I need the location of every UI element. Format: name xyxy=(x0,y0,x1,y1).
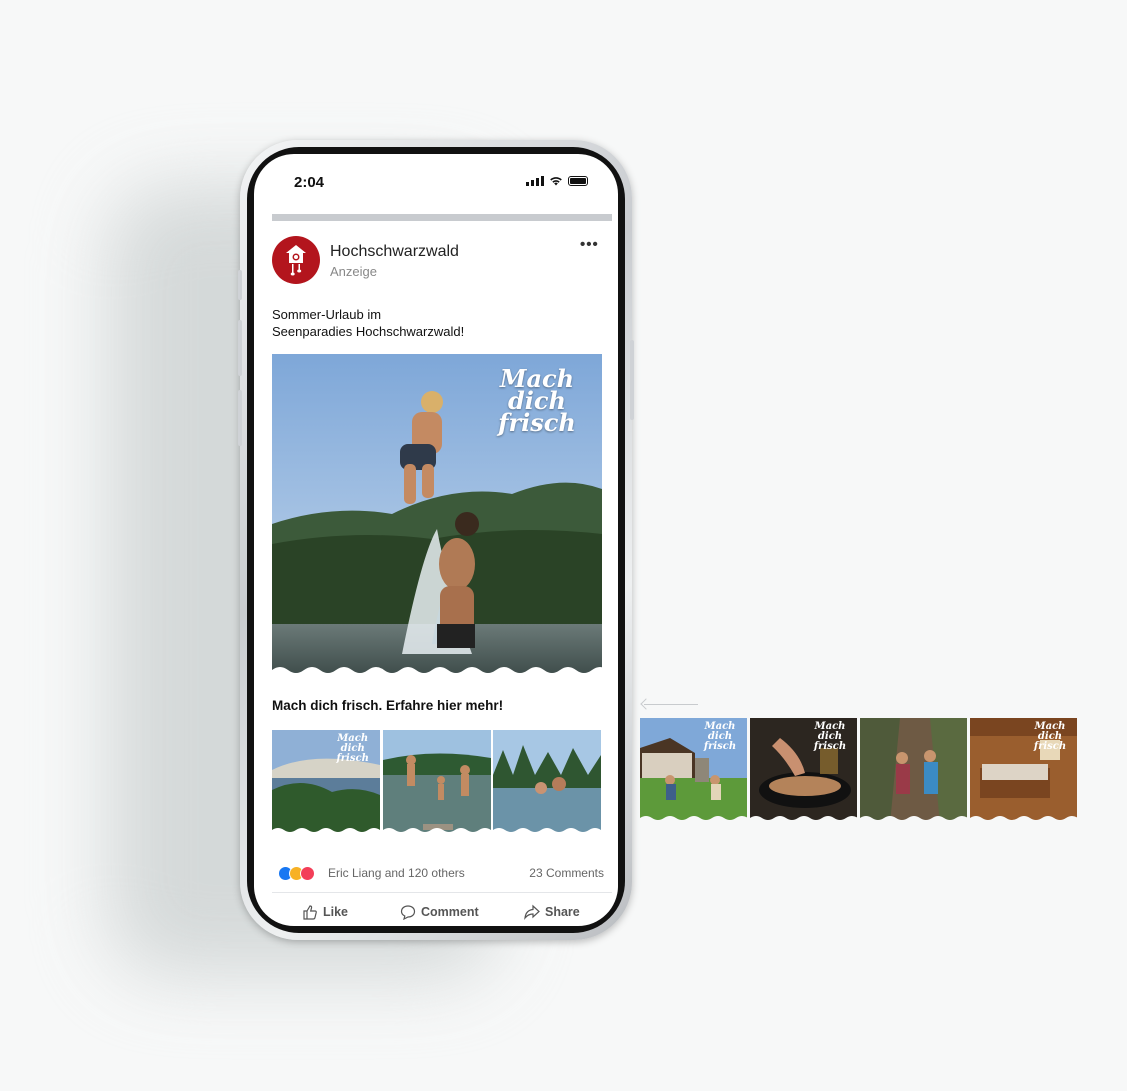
phone-side-button xyxy=(238,390,242,446)
like-button[interactable]: Like xyxy=(302,904,348,920)
side-thumb-wooden-bedroom[interactable]: Mach dich frisch xyxy=(970,718,1077,824)
post-text-line: Seenparadies Hochschwarzwald! xyxy=(272,324,465,339)
thumb-photo xyxy=(493,730,602,836)
reactions-summary[interactable]: Eric Liang and 120 others xyxy=(328,866,465,880)
page-name[interactable]: Hochschwarzwald xyxy=(330,243,459,261)
share-button[interactable]: Share xyxy=(524,904,580,920)
more-options-icon[interactable]: ••• xyxy=(580,236,599,253)
share-label: Share xyxy=(545,905,580,919)
cta-title[interactable]: Mach dich frisch. Erfahre hier mehr! xyxy=(272,698,503,713)
side-thumb-farm-donkey[interactable]: Mach dich frisch xyxy=(640,718,747,824)
side-thumb-hikers-gorge[interactable] xyxy=(860,718,967,824)
phone-screen: 2:04 Hochschwarzwald Anzeige ••• Sommer-… xyxy=(254,154,618,926)
phone-side-button xyxy=(630,340,634,420)
side-thumb-cooking-fish[interactable]: Mach dich frisch xyxy=(750,718,857,824)
post-text-line: Sommer-Urlaub im xyxy=(272,307,382,322)
phone-side-button xyxy=(238,270,242,300)
comment-bubble-icon xyxy=(400,905,416,920)
wifi-icon xyxy=(550,177,562,186)
phone-side-button xyxy=(238,320,242,376)
carousel-thumb-jumping-into-lake[interactable] xyxy=(382,730,492,836)
reaction-icons[interactable] xyxy=(278,866,315,881)
mach-dich-frisch-logo: Mach dich frisch xyxy=(1033,721,1067,752)
mach-dich-frisch-logo: Mach dich frisch xyxy=(703,721,737,752)
thumb-photo xyxy=(860,718,967,824)
side-carousel: Mach dich frisch Mach dich frisch Mach d… xyxy=(640,718,1077,824)
cuckoo-clock-icon xyxy=(286,245,306,276)
share-arrow-icon xyxy=(524,904,540,920)
status-bar: 2:04 xyxy=(254,154,618,194)
status-time: 2:04 xyxy=(294,174,325,191)
swipe-arrow-left-icon xyxy=(640,698,652,710)
comment-label: Comment xyxy=(421,905,479,919)
post-text: Sommer-Urlaub im Seenparadies Hochschwar… xyxy=(272,306,602,340)
status-icons xyxy=(526,176,588,186)
sponsored-label: Anzeige xyxy=(330,264,377,279)
mach-dich-frisch-logo: Mach dich frisch xyxy=(813,721,847,752)
battery-icon xyxy=(568,176,588,186)
love-reaction-icon xyxy=(300,866,315,881)
comments-count[interactable]: 23 Comments xyxy=(529,866,604,880)
hero-image[interactable]: Mach dich frisch xyxy=(272,354,602,678)
carousel-thumb-lake-landscape[interactable]: Mach dich frisch xyxy=(272,730,381,836)
thumbs-up-icon xyxy=(303,905,317,920)
swipe-arrow-line xyxy=(644,704,698,705)
phone-mockup: 2:04 Hochschwarzwald Anzeige ••• Sommer-… xyxy=(238,140,634,940)
thumb-photo xyxy=(382,730,491,836)
feed-separator xyxy=(272,214,612,221)
comment-button[interactable]: Comment xyxy=(400,904,479,920)
page-avatar[interactable] xyxy=(272,236,320,284)
actions-divider xyxy=(272,892,612,893)
like-label: Like xyxy=(323,905,349,919)
carousel-thumb-infinity-pool[interactable] xyxy=(493,730,602,836)
carousel-thumbnails: Mach dich frisch xyxy=(272,730,602,836)
signal-icon xyxy=(526,176,544,186)
mach-dich-frisch-logo: Mach dich frisch xyxy=(336,733,369,764)
mach-dich-frisch-logo: Mach dich frisch xyxy=(498,364,576,437)
